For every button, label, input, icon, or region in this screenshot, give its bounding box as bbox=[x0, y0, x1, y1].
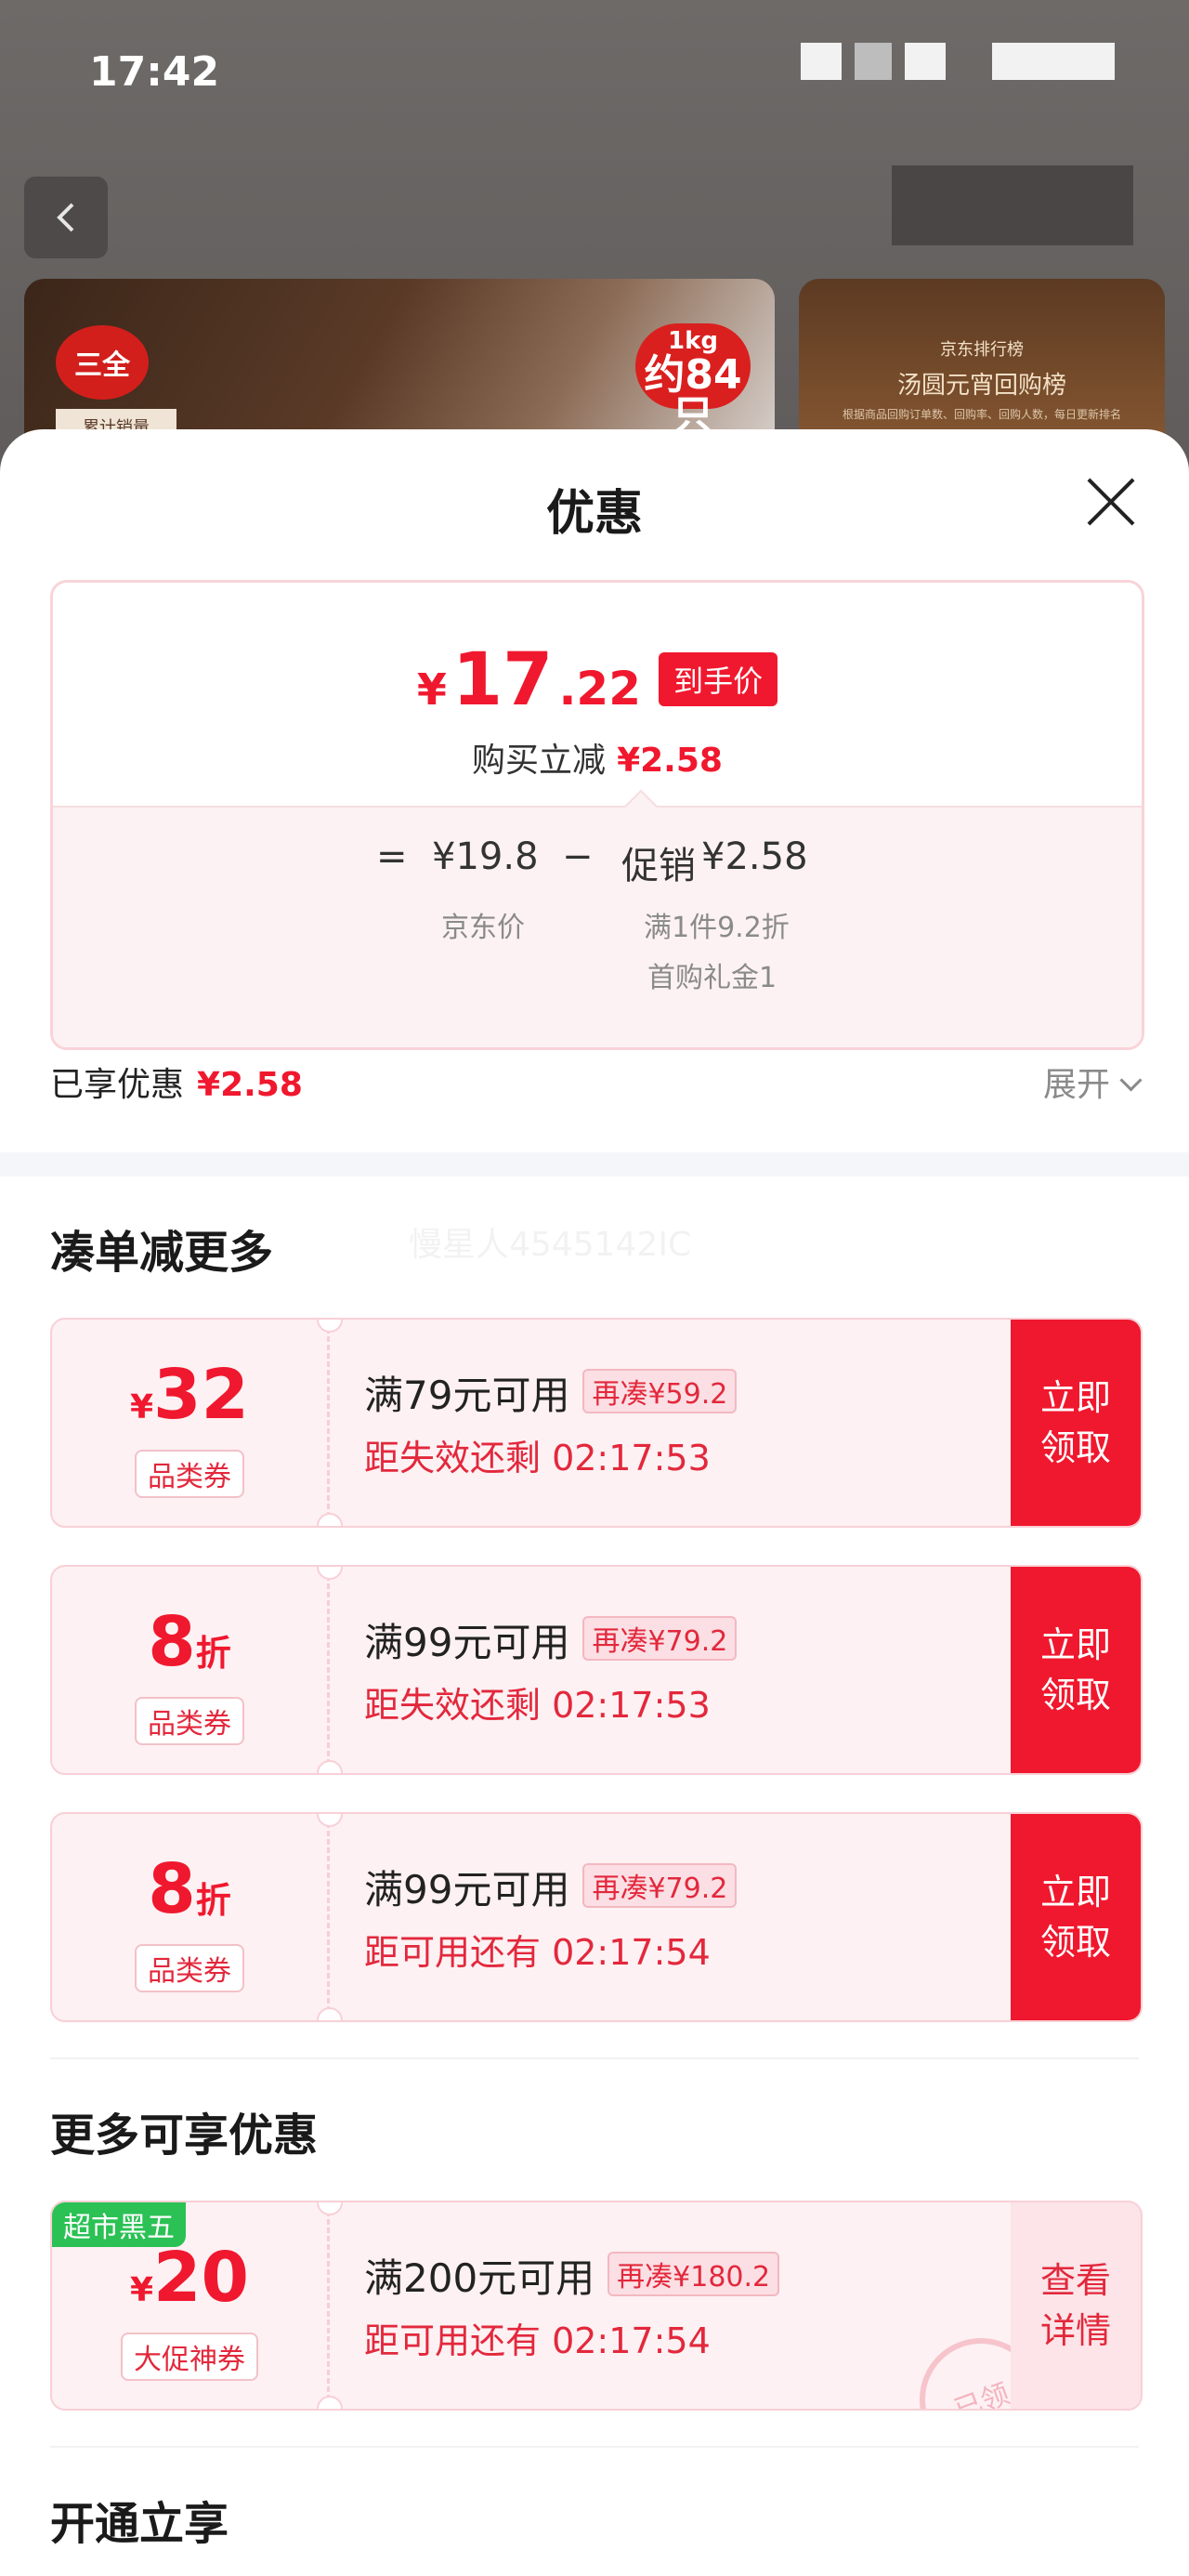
status-time: 17:42 bbox=[89, 48, 220, 96]
watermark: 慢星人4545142IC bbox=[409, 1226, 692, 1264]
section-title-add-on: 凑单减更多 bbox=[50, 1227, 274, 1279]
coupon-condition: 满99元可用 再凑¥79.2 bbox=[364, 1859, 738, 1915]
instant-discount: 购买立减 ¥2.58 bbox=[472, 742, 723, 780]
sheet-title: 优惠 bbox=[545, 486, 643, 542]
chevron-left-icon bbox=[57, 203, 74, 232]
coupon-condition: 满99元可用 再凑¥79.2 bbox=[364, 1611, 738, 1668]
coupon-card: ¥32 品类券 满79元可用 再凑¥59.2 距失效还剩 02:17:53 立即 … bbox=[50, 1318, 1143, 1528]
close-icon[interactable] bbox=[1083, 474, 1139, 530]
coupon-card: 8折 品类券 满99元可用 再凑¥79.2 距可用还有 02:17:54 立即 领… bbox=[50, 1812, 1143, 2022]
coupon-amount: ¥20 bbox=[129, 2238, 250, 2318]
claim-button[interactable]: 立即 领取 bbox=[1011, 1567, 1141, 1773]
coupon-condition: 满79元可用 再凑¥59.2 bbox=[364, 1364, 738, 1421]
quantity-badge: 1kg 约84只 bbox=[635, 323, 751, 437]
status-icons bbox=[801, 43, 1115, 80]
brand-logo: 三全 bbox=[56, 325, 149, 400]
coupon-amount: ¥32 bbox=[129, 1355, 250, 1435]
coupon-timer: 距可用还有 02:17:54 bbox=[364, 2320, 711, 2361]
price-breakdown: = ¥19.8 − 促销 ¥2.58 京东价 满1件9.2折 首购礼金1 bbox=[53, 789, 1142, 1047]
background-page: 17:42 三全 累计销量 1kg 约84只 京东排行榜 汤圆元宵回购榜 根据商… bbox=[0, 0, 1189, 465]
equals-sign: = bbox=[376, 835, 408, 878]
coupon-condition: 满200元可用 再凑¥180.2 bbox=[364, 2247, 780, 2304]
minus-sign: − bbox=[562, 835, 594, 878]
promo-note-1: 满1件9.2折 bbox=[644, 912, 790, 944]
coupon-card-promo: 超市黑五 ¥20 大促神券 满200元可用 再凑¥180.2 距可用还有 02:1… bbox=[50, 2201, 1143, 2411]
promo-note-2: 首购礼金1 bbox=[647, 962, 777, 994]
coupon-card: 8折 品类券 满99元可用 再凑¥79.2 距失效还剩 02:17:53 立即 领… bbox=[50, 1565, 1143, 1775]
enjoyed-discount: 已享优惠 ¥2.58 bbox=[50, 1066, 303, 1104]
coupon-timer: 距失效还剩 02:17:53 bbox=[364, 1685, 711, 1726]
blurred-area bbox=[892, 165, 1133, 245]
coupon-type: 品类券 bbox=[135, 1944, 244, 1992]
price-card: ¥ 17 .22 到手价 购买立减 ¥2.58 = ¥19.8 − 促销 ¥2.5… bbox=[50, 580, 1144, 1050]
discount-sheet: 优惠 ¥ 17 .22 到手价 购买立减¥2.58 = ¥19.8 − 促销 bbox=[0, 429, 1189, 2576]
coupon-type: 品类券 bbox=[135, 1450, 244, 1498]
coupon-remaining: 再凑¥59.2 bbox=[582, 1369, 738, 1413]
back-button[interactable] bbox=[24, 177, 108, 258]
claim-button[interactable]: 立即 领取 bbox=[1011, 1814, 1141, 2020]
divider bbox=[50, 2446, 1139, 2448]
divider bbox=[50, 2057, 1139, 2059]
coupon-remaining: 再凑¥79.2 bbox=[582, 1616, 738, 1661]
view-details-button[interactable]: 查看 详情 bbox=[1011, 2202, 1141, 2409]
promo-value: ¥2.58 bbox=[701, 835, 808, 878]
coupon-amount: 8折 bbox=[148, 1849, 231, 1929]
coupon-type: 品类券 bbox=[135, 1697, 244, 1745]
jd-price-label: 京东价 bbox=[441, 912, 525, 944]
coupon-timer: 距失效还剩 02:17:53 bbox=[364, 1438, 711, 1479]
jd-price: ¥19.8 bbox=[432, 835, 539, 878]
section-title-membership: 开通立享 bbox=[50, 2498, 229, 2550]
final-price-tag: 到手价 bbox=[659, 652, 778, 706]
final-price: ¥ 17 .22 到手价 bbox=[53, 638, 1142, 722]
coupon-amount: 8折 bbox=[148, 1602, 231, 1682]
section-gap bbox=[0, 1152, 1189, 1176]
claim-button[interactable]: 立即 领取 bbox=[1011, 1320, 1141, 1526]
chevron-down-icon bbox=[1119, 1069, 1143, 1092]
coupon-remaining: 再凑¥79.2 bbox=[582, 1863, 738, 1908]
coupon-timer: 距可用还有 02:17:54 bbox=[364, 1932, 711, 1973]
section-title-more-discounts: 更多可享优惠 bbox=[50, 2109, 319, 2162]
coupon-type: 大促神券 bbox=[121, 2333, 258, 2381]
promo-label: 促销 bbox=[621, 845, 696, 887]
expand-toggle[interactable]: 展开 bbox=[1043, 1058, 1143, 1106]
coupon-remaining: 再凑¥180.2 bbox=[608, 2252, 780, 2296]
